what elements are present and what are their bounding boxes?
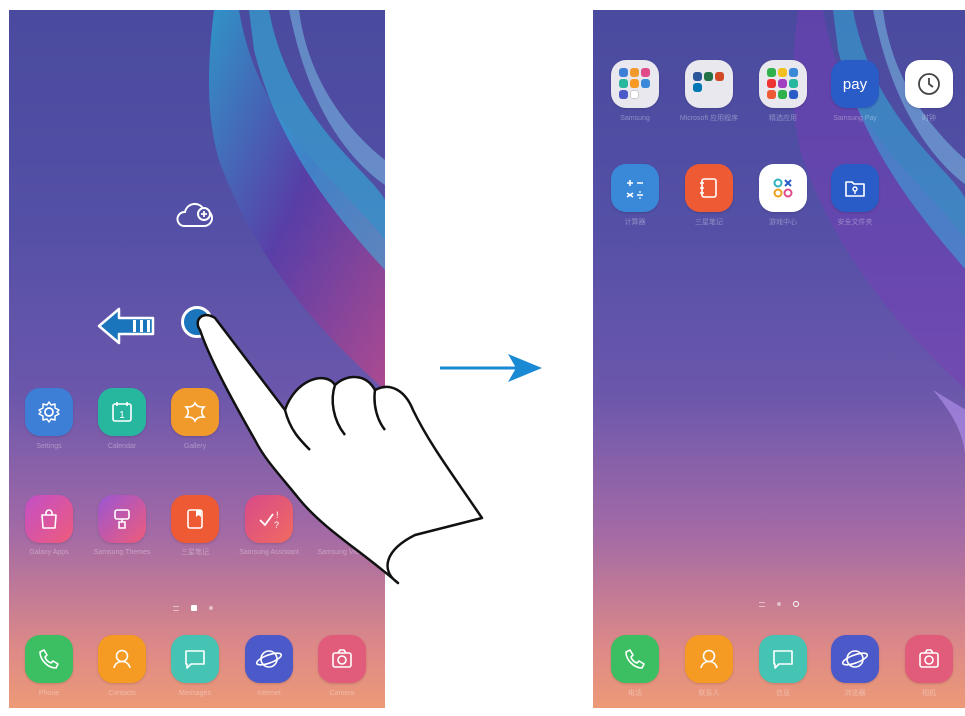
apps-folder-icon[interactable] xyxy=(759,60,807,108)
apps-folder-label: 精选应用 xyxy=(769,115,797,122)
memo-label: 三星笔记 xyxy=(695,219,723,226)
settings-label: Settings xyxy=(36,443,62,450)
game-center-label: 游戏中心 xyxy=(769,219,797,226)
camera-app-icon[interactable] xyxy=(905,635,953,683)
svg-text:1: 1 xyxy=(119,410,125,421)
internet-label: Internet xyxy=(257,690,281,697)
contacts-app-icon[interactable] xyxy=(98,635,146,683)
microsoft-folder-icon[interactable] xyxy=(685,60,733,108)
calendar-app-icon[interactable]: 1 xyxy=(98,388,146,436)
samsung-folder-icon[interactable] xyxy=(611,60,659,108)
samsung-pay-icon[interactable]: pay xyxy=(831,60,879,108)
page-indicator-right xyxy=(759,601,799,607)
contacts-label: Contacts xyxy=(108,690,136,697)
home-screen-after: Samsung Microsoft 应用程序 精选应用 pay Samsung … xyxy=(593,10,965,708)
settings-app-icon[interactable] xyxy=(25,388,73,436)
calendar-label: Calendar xyxy=(107,443,137,450)
secure-folder-icon[interactable] xyxy=(831,164,879,212)
page-indicator-home xyxy=(191,605,197,611)
contacts-app-icon[interactable] xyxy=(685,635,733,683)
messages-label: 信息 xyxy=(776,690,790,697)
samsung-folder-label: Samsung xyxy=(620,115,650,122)
messages-label: Messages xyxy=(179,690,211,697)
samsung-themes-label: Samsung Themes xyxy=(93,549,151,556)
page-indicator-current xyxy=(793,601,799,607)
add-page-cloud-icon[interactable] xyxy=(174,202,216,230)
pointing-hand-icon xyxy=(196,313,484,585)
swipe-left-arrow-icon xyxy=(97,306,163,346)
transition-arrow-icon xyxy=(440,354,542,382)
contacts-label: 联系人 xyxy=(698,690,720,697)
camera-label: Camera xyxy=(329,690,355,697)
messages-app-icon[interactable] xyxy=(759,635,807,683)
camera-label: 相机 xyxy=(922,690,936,697)
samsung-pay-label: Samsung Pay xyxy=(833,115,877,122)
internet-app-icon[interactable] xyxy=(831,635,879,683)
page-indicator-page xyxy=(209,606,213,610)
messages-app-icon[interactable] xyxy=(171,635,219,683)
game-center-icon[interactable] xyxy=(759,164,807,212)
phone-app-icon[interactable] xyxy=(25,635,73,683)
microsoft-folder-label: Microsoft 应用程序 xyxy=(679,115,739,122)
page-indicator xyxy=(173,605,213,611)
internet-label: 浏览器 xyxy=(844,690,866,697)
galaxy-apps-icon[interactable] xyxy=(25,495,73,543)
page-indicator-home xyxy=(777,602,781,606)
calculator-app-icon[interactable] xyxy=(611,164,659,212)
samsung-pay-text: pay xyxy=(842,75,868,93)
internet-app-icon[interactable] xyxy=(245,635,293,683)
secure-folder-label: 安全文件夹 xyxy=(837,219,873,226)
page-indicator-briefing xyxy=(173,605,179,611)
memo-app-icon[interactable] xyxy=(685,164,733,212)
galaxy-apps-label: Galaxy Apps xyxy=(29,549,69,556)
page-indicator-briefing xyxy=(759,601,765,607)
phone-app-icon[interactable] xyxy=(611,635,659,683)
phone-label: 电话 xyxy=(628,690,642,697)
camera-app-icon[interactable] xyxy=(318,635,366,683)
clock-app-icon[interactable] xyxy=(905,60,953,108)
clock-label: 时钟 xyxy=(922,115,936,122)
calculator-label: 计算器 xyxy=(624,219,646,226)
phone-label: Phone xyxy=(38,690,60,697)
samsung-themes-icon[interactable] xyxy=(98,495,146,543)
